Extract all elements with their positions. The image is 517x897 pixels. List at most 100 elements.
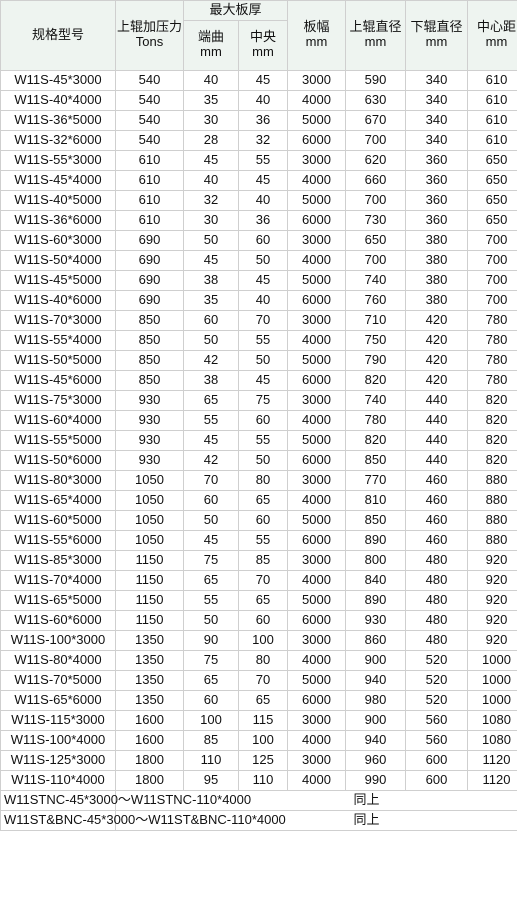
cell-thickness-end: 38 (183, 269, 239, 291)
cell-model: W11S-45*6000 (0, 369, 116, 391)
cell-note-model: W11ST&BNC-45*3000～W11ST&BNC-110*4000 (0, 809, 286, 831)
cell-thickness-mid: 65 (237, 589, 289, 611)
specifications-table: 规格型号 上辊加压力 Tons 最大板厚 板幅 mm 上辊直径 mm 下辊直径 … (0, 0, 517, 831)
cell-model: W11S-60*5000 (0, 509, 116, 531)
cell-thickness-mid: 100 (237, 629, 289, 651)
cell-center-distance: 650 (467, 189, 517, 211)
table-row: W11S-65*50001150556550008904809201104522 (0, 589, 517, 611)
cell-plate-width: 3000 (287, 229, 347, 251)
cell-center-distance: 920 (467, 569, 517, 591)
cell-plate-width: 6000 (287, 689, 347, 711)
cell-pressure: 850 (115, 369, 184, 391)
cell-thickness-end: 70 (183, 469, 239, 491)
cell-model: W11S-80*4000 (0, 649, 116, 671)
cell-center-distance: 700 (467, 229, 517, 251)
cell-thickness-mid: 80 (237, 649, 289, 671)
cell-lower-roll-diameter: 420 (405, 369, 469, 391)
cell-center-distance: 700 (467, 249, 517, 271)
cell-thickness-end: 42 (183, 349, 239, 371)
table-row: W11S-55*400085050554000750420780903715 (0, 329, 517, 351)
cell-thickness-mid: 55 (237, 329, 289, 351)
cell-upper-roll-diameter: 820 (345, 369, 407, 391)
cell-pressure: 850 (115, 329, 184, 351)
cell-center-distance: 920 (467, 589, 517, 611)
cell-thickness-mid: 45 (237, 269, 289, 291)
cell-upper-roll-diameter: 780 (345, 409, 407, 431)
cell-model: W11S-55*3000 (0, 149, 116, 171)
cell-center-distance: 1120 (467, 749, 517, 771)
cell-center-distance: 920 (467, 629, 517, 651)
cell-thickness-mid: 40 (237, 289, 289, 311)
cell-upper-roll-diameter: 620 (345, 149, 407, 171)
cell-center-distance: 610 (467, 109, 517, 131)
cell-pressure: 850 (115, 349, 184, 371)
cell-thickness-end: 65 (183, 389, 239, 411)
cell-thickness-mid: 50 (237, 249, 289, 271)
table-row: W11S-36*600061030366000730360650753015 (0, 209, 517, 231)
cell-upper-roll-diameter: 900 (345, 649, 407, 671)
cell-thickness-end: 50 (183, 229, 239, 251)
cell-center-distance: 1000 (467, 649, 517, 671)
cell-upper-roll-diameter: 850 (345, 509, 407, 531)
cell-model: W11S-60*3000 (0, 229, 116, 251)
cell-thickness-mid: 50 (237, 449, 289, 471)
cell-thickness-mid: 85 (237, 549, 289, 571)
cell-lower-roll-diameter: 560 (405, 709, 469, 731)
cell-lower-roll-diameter: 520 (405, 649, 469, 671)
cell-thickness-mid: 40 (237, 189, 289, 211)
cell-plate-width: 6000 (287, 369, 347, 391)
cell-thickness-end: 35 (183, 289, 239, 311)
cell-pressure: 610 (115, 189, 184, 211)
header-upper-roll-diameter-unit: mm (364, 34, 387, 50)
cell-upper-roll-diameter: 940 (345, 729, 407, 751)
table-note-row: W11ST&BNC-45*3000～W11ST&BNC-110*4000同上 (0, 809, 517, 831)
cell-upper-roll-diameter: 650 (345, 229, 407, 251)
cell-thickness-end: 65 (183, 669, 239, 691)
cell-pressure: 1800 (115, 749, 184, 771)
cell-model: W11S-50*4000 (0, 249, 116, 271)
table-row: W11S-60*300069050603000650380700753015 (0, 229, 517, 251)
cell-pressure: 540 (115, 89, 184, 111)
cell-thickness-mid: 65 (237, 689, 289, 711)
cell-model: W11S-55*6000 (0, 529, 116, 551)
cell-lower-roll-diameter: 600 (405, 749, 469, 771)
cell-center-distance: 780 (467, 309, 517, 331)
cell-thickness-end: 60 (183, 309, 239, 331)
cell-plate-width: 4000 (287, 489, 347, 511)
cell-model: W11S-40*5000 (0, 189, 116, 211)
cell-upper-roll-diameter: 890 (345, 529, 407, 551)
table-row: W11S-65*4000105060654000810460880903718.… (0, 489, 517, 511)
cell-center-distance: 780 (467, 369, 517, 391)
header-thickness-end-label: 端曲 (197, 29, 224, 45)
table-row: W11S-55*6000105045556000890460880903718.… (0, 529, 517, 551)
cell-pressure: 1600 (115, 729, 184, 751)
table-row: W11S-70*50001350657050009405201000110452… (0, 669, 517, 691)
cell-center-distance: 610 (467, 129, 517, 151)
header-model: 规格型号 (0, 0, 116, 71)
cell-plate-width: 6000 (287, 129, 347, 151)
cell-model: W11S-45*5000 (0, 269, 116, 291)
cell-pressure: 930 (115, 389, 184, 411)
table-row: W11S-50*600093042506000850440820903718.5 (0, 449, 517, 471)
cell-model: W11S-60*4000 (0, 409, 116, 431)
cell-upper-roll-diameter: 960 (345, 749, 407, 771)
cell-thickness-end: 100 (183, 709, 239, 731)
cell-thickness-end: 40 (183, 169, 239, 191)
cell-upper-roll-diameter: 740 (345, 389, 407, 411)
header-pressure-label: 上辊加压力 (117, 19, 183, 35)
cell-thickness-end: 45 (183, 149, 239, 171)
cell-pressure: 1050 (115, 529, 184, 551)
cell-pressure: 1150 (115, 549, 184, 571)
cell-thickness-mid: 125 (237, 749, 289, 771)
cell-plate-width: 4000 (287, 169, 347, 191)
cell-plate-width: 3000 (287, 469, 347, 491)
cell-thickness-end: 32 (183, 189, 239, 211)
cell-pressure: 930 (115, 409, 184, 431)
cell-plate-width: 6000 (287, 529, 347, 551)
cell-model: W11S-36*5000 (0, 109, 116, 131)
table-row: W11S-36*500054030365000670340610552215 (0, 109, 517, 131)
header-lower-roll-diameter-label: 下辊直径 (410, 19, 463, 35)
cell-plate-width: 6000 (287, 289, 347, 311)
cell-thickness-mid: 65 (237, 489, 289, 511)
table-row: W11S-100*4000160085100400094056010801325… (0, 729, 517, 751)
